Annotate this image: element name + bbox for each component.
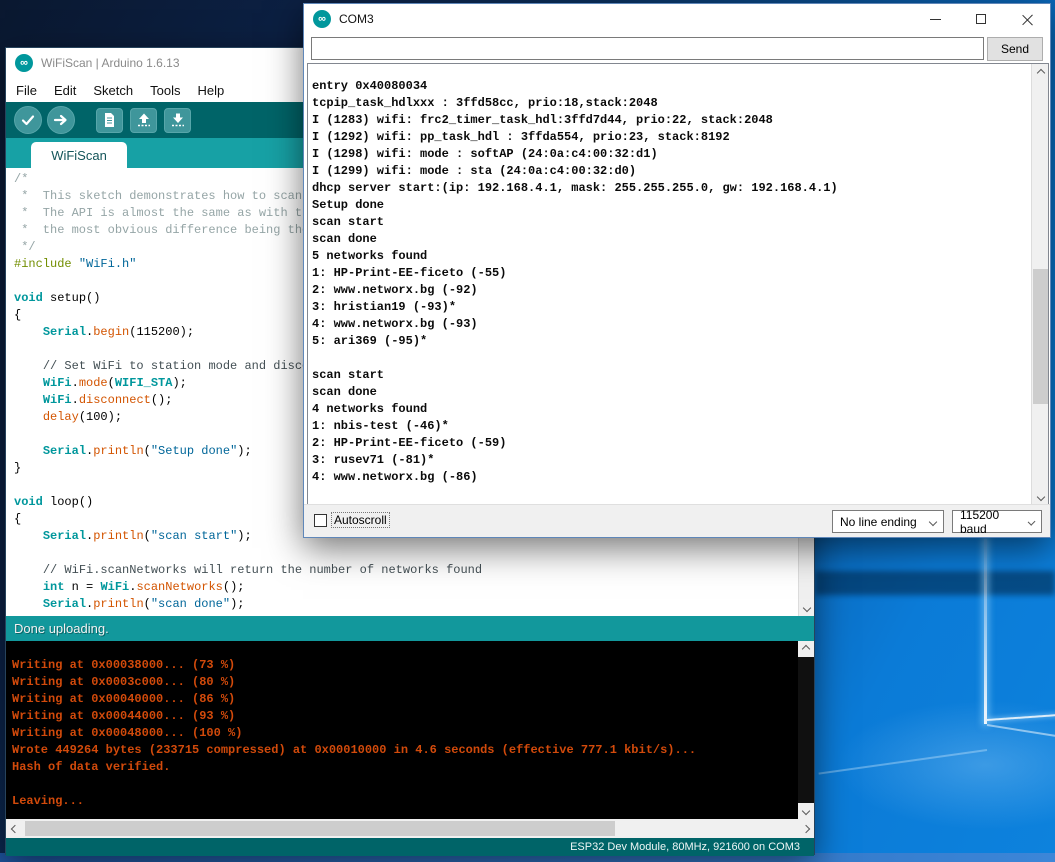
scroll-up-button[interactable] [1032, 64, 1049, 81]
document-icon [102, 112, 117, 128]
status-notice-bar: Done uploading. [6, 616, 814, 641]
send-button-label: Send [1001, 42, 1029, 56]
close-button[interactable] [1004, 4, 1050, 34]
console-output[interactable]: Writing at 0x00038000... (73 %) Writing … [6, 641, 814, 819]
code-line: int n = WiFi.scanNetworks(); [14, 579, 648, 596]
minimize-button[interactable] [912, 4, 958, 34]
baud-rate-dropdown[interactable]: 115200 baud [952, 510, 1042, 533]
serial-vertical-scrollbar[interactable] [1031, 64, 1048, 505]
close-icon [1022, 14, 1033, 25]
chevron-down-icon [1027, 517, 1035, 525]
new-sketch-button[interactable] [96, 108, 123, 133]
chevron-up-icon [802, 645, 810, 653]
verify-button[interactable] [14, 106, 42, 134]
line-ending-value: No line ending [840, 515, 917, 529]
code-line [14, 545, 648, 562]
serial-output-area[interactable]: entry 0x40080034 tcpip_task_hdlxxx : 3ff… [307, 63, 1049, 506]
menu-item-help[interactable]: Help [197, 83, 224, 98]
tab-wifiscan[interactable]: WiFiScan [31, 142, 127, 168]
menu-item-file[interactable]: File [16, 83, 37, 98]
scroll-down-button[interactable] [799, 600, 814, 616]
menu-item-edit[interactable]: Edit [54, 83, 76, 98]
tab-label: WiFiScan [51, 148, 107, 163]
send-row: Send [304, 34, 1050, 63]
maximize-icon [976, 14, 986, 24]
scroll-down-button[interactable] [798, 803, 814, 819]
console-text: Writing at 0x00038000... (73 %) Writing … [12, 657, 696, 810]
serial-input-field[interactable] [311, 37, 984, 60]
serial-monitor-titlebar[interactable]: ∞ COM3 [304, 4, 1050, 34]
scroll-right-button[interactable] [797, 819, 814, 838]
board-status-bar: ESP32 Dev Module, 80MHz, 921600 on COM3 [6, 838, 814, 856]
arrow-up-icon [136, 112, 152, 128]
console-horizontal-scrollbar[interactable] [6, 819, 814, 838]
chevron-right-icon [801, 824, 809, 832]
status-notice-text: Done uploading. [14, 621, 109, 636]
chevron-left-icon [10, 824, 18, 832]
chevron-down-icon [1036, 492, 1044, 500]
check-icon [20, 112, 36, 128]
autoscroll-checkbox[interactable] [314, 514, 327, 527]
serial-output-text: entry 0x40080034 tcpip_task_hdlxxx : 3ff… [312, 78, 838, 506]
upload-button[interactable] [47, 106, 75, 134]
serial-monitor-bottombar: Autoscroll No line ending 115200 baud [304, 504, 1050, 537]
wallpaper-light-beam [984, 539, 987, 724]
menu-item-tools[interactable]: Tools [150, 83, 180, 98]
console-vertical-scrollbar[interactable] [798, 641, 814, 819]
line-ending-dropdown[interactable]: No line ending [832, 510, 944, 533]
chevron-down-icon [929, 517, 937, 525]
save-sketch-button[interactable] [164, 108, 191, 133]
chevron-up-icon [1036, 68, 1044, 76]
scroll-down-button[interactable] [1032, 488, 1049, 505]
scroll-left-button[interactable] [6, 819, 23, 838]
send-button[interactable]: Send [987, 37, 1043, 61]
autoscroll-control[interactable]: Autoscroll [314, 513, 389, 527]
minimize-icon [930, 19, 941, 20]
serial-monitor-window: ∞ COM3 Send entry 0x40080034 tcpip_task_… [303, 3, 1051, 538]
arduino-logo-icon: ∞ [15, 54, 33, 72]
scrollbar-thumb[interactable] [25, 821, 615, 836]
scroll-up-button[interactable] [798, 641, 814, 657]
board-status-text: ESP32 Dev Module, 80MHz, 921600 on COM3 [570, 841, 800, 853]
chevron-down-icon [802, 807, 810, 815]
serial-monitor-title: COM3 [339, 12, 374, 26]
baud-rate-value: 115200 baud [960, 508, 1021, 536]
autoscroll-label: Autoscroll [332, 513, 389, 527]
ide-window-title: WiFiScan | Arduino 1.6.13 [41, 56, 180, 70]
arrow-right-icon [53, 112, 69, 128]
chevron-down-icon [803, 604, 811, 612]
arrow-down-icon [170, 112, 186, 128]
open-sketch-button[interactable] [130, 108, 157, 133]
arduino-logo-icon: ∞ [313, 10, 331, 28]
wallpaper-dark-band [815, 571, 1055, 595]
code-line: // WiFi.scanNetworks will return the num… [14, 562, 648, 579]
scrollbar-thumb[interactable] [1033, 269, 1048, 404]
maximize-button[interactable] [958, 4, 1004, 34]
code-line: Serial.println("scan done"); [14, 596, 648, 613]
menu-item-sketch[interactable]: Sketch [93, 83, 133, 98]
